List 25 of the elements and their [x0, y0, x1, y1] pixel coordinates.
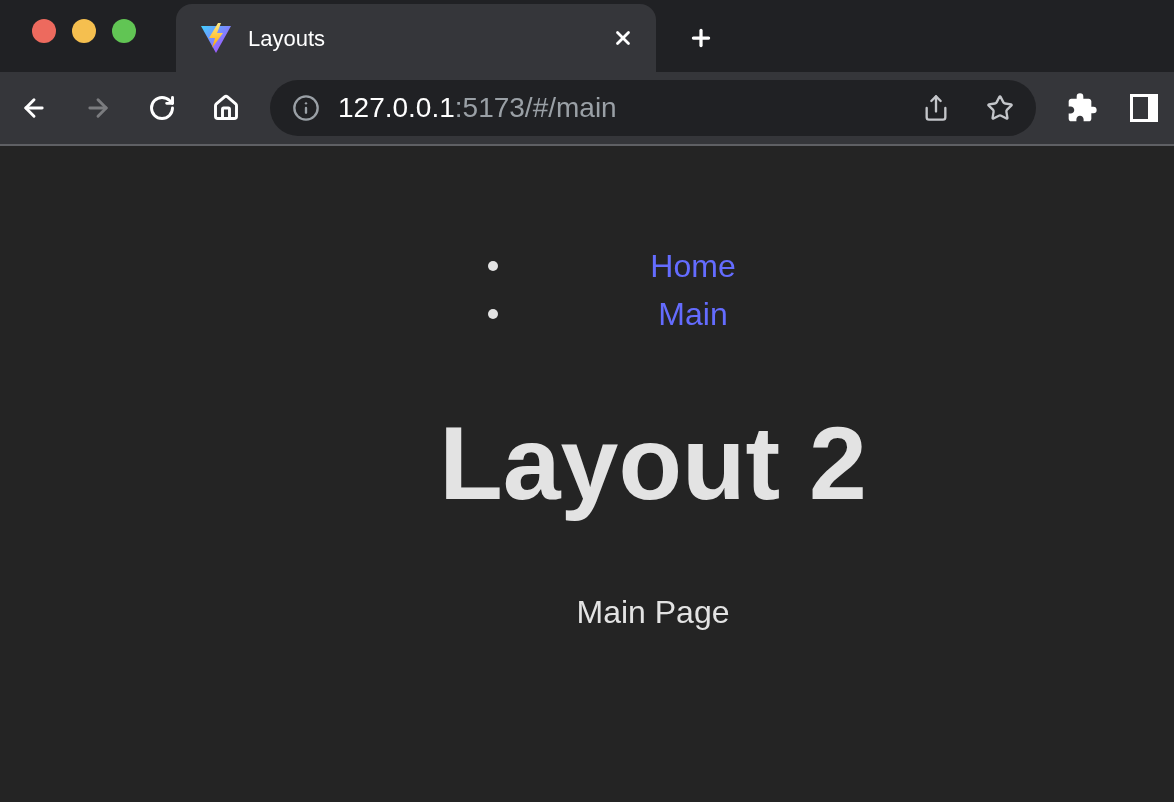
window-minimize-button[interactable] [72, 19, 96, 43]
bookmark-button[interactable] [986, 94, 1014, 122]
extensions-button[interactable] [1066, 92, 1098, 124]
home-button[interactable] [212, 94, 240, 122]
address-bar[interactable]: 127.0.0.1:5173/#/main [270, 80, 1036, 136]
page-text: Main Page [576, 593, 730, 632]
bullet-icon [488, 261, 498, 271]
nav-link[interactable]: Main [658, 290, 728, 338]
tab-title: Layouts [248, 24, 327, 53]
side-panel-button[interactable] [1130, 94, 1158, 122]
page-heading: Layout 2 [439, 407, 867, 519]
nav-link[interactable]: Home [650, 242, 736, 290]
info-icon [292, 94, 320, 122]
triangle-bolt-icon [200, 22, 232, 54]
star-icon [986, 94, 1014, 122]
browser-tab[interactable]: Layouts [176, 4, 656, 72]
puzzle-icon [1066, 92, 1098, 124]
side-panel-icon [1130, 94, 1158, 122]
bullet-icon [488, 309, 498, 319]
home-icon [212, 94, 240, 122]
reload-button[interactable] [148, 94, 176, 122]
reload-icon [148, 94, 176, 122]
window-zoom-button[interactable] [112, 19, 136, 43]
window-close-button[interactable] [32, 19, 56, 43]
url-text: 127.0.0.1:5173/#/main [338, 91, 618, 125]
